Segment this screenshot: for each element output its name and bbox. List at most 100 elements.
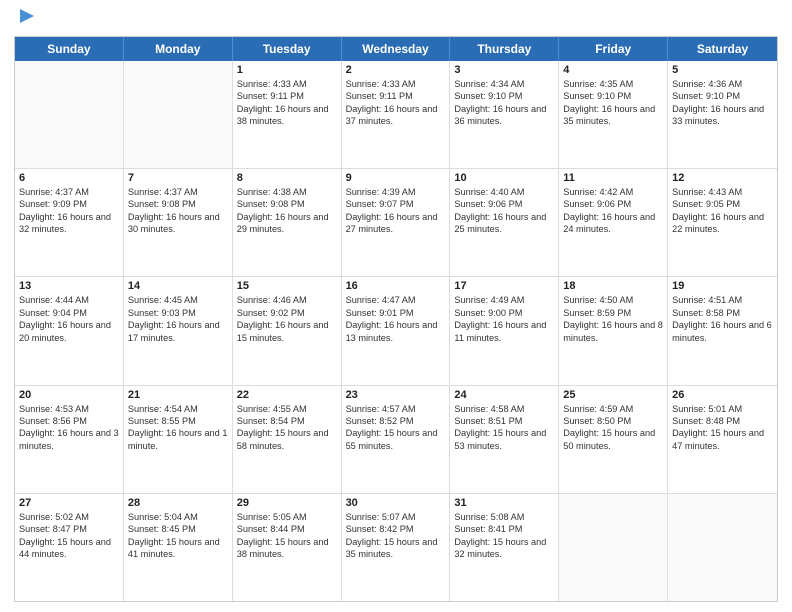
day-number: 24 (454, 389, 554, 401)
calendar-cell: 11Sunrise: 4:42 AMSunset: 9:06 PMDayligh… (559, 169, 668, 276)
calendar-cell: 31 Sunrise: 5:08 AMSunset: 8:41 PMDayligh… (450, 494, 559, 601)
daylight-text: Daylight: 16 hours and 33 minutes. (672, 103, 773, 128)
calendar-row: 27Sunrise: 5:02 AMSunset: 8:47 PMDayligh… (15, 493, 777, 601)
calendar-cell: 25Sunrise: 4:59 AMSunset: 8:50 PMDayligh… (559, 386, 668, 493)
logo (14, 10, 38, 30)
calendar-cell: 8Sunrise: 4:38 AMSunset: 9:08 PMDaylight… (233, 169, 342, 276)
sunrise-text: Sunrise: 4:47 AM (346, 294, 446, 306)
sunset-text: Sunset: 8:55 PM (128, 415, 228, 427)
sunrise-text: Sunrise: 4:37 AM (19, 186, 119, 198)
day-number: 13 (19, 280, 119, 292)
sunset-text: Sunset: 8:59 PM (563, 307, 663, 319)
calendar-cell: 23Sunrise: 4:57 AMSunset: 8:52 PMDayligh… (342, 386, 451, 493)
weekday-header: Wednesday (342, 37, 451, 61)
page: SundayMondayTuesdayWednesdayThursdayFrid… (0, 0, 792, 612)
daylight-text: Daylight: 16 hours and 32 minutes. (19, 211, 119, 236)
sunset-text: Sunset: 8:45 PM (128, 523, 228, 535)
daylight-text: Daylight: 16 hours and 35 minutes. (563, 103, 663, 128)
daylight-text: Daylight: 16 hours and 24 minutes. (563, 211, 663, 236)
calendar-cell (124, 61, 233, 168)
daylight-text: Daylight: 15 hours and 44 minutes. (19, 536, 119, 561)
day-number: 16 (346, 280, 446, 292)
daylight-text: Daylight: 15 hours and 55 minutes. (346, 427, 446, 452)
sunset-text: Sunset: 8:47 PM (19, 523, 119, 535)
sunrise-text: Sunrise: 4:49 AM (454, 294, 554, 306)
daylight-text: Daylight: 16 hours and 8 minutes. (563, 319, 663, 344)
sunrise-text: Sunrise: 4:38 AM (237, 186, 337, 198)
daylight-text: Daylight: 16 hours and 3 minutes. (19, 427, 119, 452)
sunset-text: Sunset: 9:05 PM (672, 198, 773, 210)
daylight-text: Daylight: 16 hours and 22 minutes. (672, 211, 773, 236)
sunset-text: Sunset: 8:48 PM (672, 415, 773, 427)
day-number: 4 (563, 64, 663, 76)
sunset-text: Sunset: 8:44 PM (237, 523, 337, 535)
daylight-text: Daylight: 15 hours and 32 minutes. (454, 536, 554, 561)
sunrise-text: Sunrise: 4:53 AM (19, 403, 119, 415)
sunrise-text: Sunrise: 4:42 AM (563, 186, 663, 198)
calendar-cell (668, 494, 777, 601)
sunrise-text: Sunrise: 4:54 AM (128, 403, 228, 415)
day-number: 18 (563, 280, 663, 292)
calendar-cell: 12Sunrise: 4:43 AMSunset: 9:05 PMDayligh… (668, 169, 777, 276)
weekday-header: Thursday (450, 37, 559, 61)
calendar-cell: 28Sunrise: 5:04 AMSunset: 8:45 PMDayligh… (124, 494, 233, 601)
calendar-cell: 10Sunrise: 4:40 AMSunset: 9:06 PMDayligh… (450, 169, 559, 276)
sunrise-text: Sunrise: 5:05 AM (237, 511, 337, 523)
sunrise-text: Sunrise: 5:08 AM (454, 511, 554, 523)
daylight-text: Daylight: 16 hours and 29 minutes. (237, 211, 337, 236)
sunrise-text: Sunrise: 4:35 AM (563, 78, 663, 90)
day-number: 9 (346, 172, 446, 184)
sunset-text: Sunset: 9:01 PM (346, 307, 446, 319)
weekday-header: Tuesday (233, 37, 342, 61)
calendar-cell: 22Sunrise: 4:55 AMSunset: 8:54 PMDayligh… (233, 386, 342, 493)
calendar-cell: 27Sunrise: 5:02 AMSunset: 8:47 PMDayligh… (15, 494, 124, 601)
header (14, 10, 778, 30)
day-number: 3 (454, 64, 554, 76)
sunrise-text: Sunrise: 4:33 AM (346, 78, 446, 90)
day-number: 31 (454, 497, 554, 509)
day-number: 10 (454, 172, 554, 184)
calendar-cell: 6Sunrise: 4:37 AMSunset: 9:09 PMDaylight… (15, 169, 124, 276)
calendar-cell: 19Sunrise: 4:51 AMSunset: 8:58 PMDayligh… (668, 277, 777, 384)
sunset-text: Sunset: 8:58 PM (672, 307, 773, 319)
sunset-text: Sunset: 9:11 PM (237, 90, 337, 102)
sunset-text: Sunset: 9:00 PM (454, 307, 554, 319)
daylight-text: Daylight: 16 hours and 11 minutes. (454, 319, 554, 344)
daylight-text: Daylight: 15 hours and 50 minutes. (563, 427, 663, 452)
sunrise-text: Sunrise: 4:50 AM (563, 294, 663, 306)
sunrise-text: Sunrise: 4:57 AM (346, 403, 446, 415)
day-number: 1 (237, 64, 337, 76)
daylight-text: Daylight: 16 hours and 20 minutes. (19, 319, 119, 344)
weekday-header: Monday (124, 37, 233, 61)
sunset-text: Sunset: 8:41 PM (454, 523, 554, 535)
weekday-header: Sunday (15, 37, 124, 61)
sunrise-text: Sunrise: 4:39 AM (346, 186, 446, 198)
calendar-cell: 16Sunrise: 4:47 AMSunset: 9:01 PMDayligh… (342, 277, 451, 384)
sunrise-text: Sunrise: 5:07 AM (346, 511, 446, 523)
daylight-text: Daylight: 16 hours and 27 minutes. (346, 211, 446, 236)
sunset-text: Sunset: 8:51 PM (454, 415, 554, 427)
calendar-cell: 17Sunrise: 4:49 AMSunset: 9:00 PMDayligh… (450, 277, 559, 384)
day-number: 19 (672, 280, 773, 292)
daylight-text: Daylight: 15 hours and 47 minutes. (672, 427, 773, 452)
sunrise-text: Sunrise: 4:55 AM (237, 403, 337, 415)
day-number: 29 (237, 497, 337, 509)
sunset-text: Sunset: 9:07 PM (346, 198, 446, 210)
calendar-cell: 29Sunrise: 5:05 AMSunset: 8:44 PMDayligh… (233, 494, 342, 601)
calendar-cell: 21 Sunrise: 4:54 AMSunset: 8:55 PMDayligh… (124, 386, 233, 493)
day-number: 21 (128, 389, 228, 401)
day-number: 20 (19, 389, 119, 401)
day-number: 23 (346, 389, 446, 401)
calendar-cell: 30Sunrise: 5:07 AMSunset: 8:42 PMDayligh… (342, 494, 451, 601)
day-number: 28 (128, 497, 228, 509)
calendar-cell: 4Sunrise: 4:35 AMSunset: 9:10 PMDaylight… (559, 61, 668, 168)
calendar-cell: 1Sunrise: 4:33 AMSunset: 9:11 PMDaylight… (233, 61, 342, 168)
sunrise-text: Sunrise: 4:46 AM (237, 294, 337, 306)
sunrise-text: Sunrise: 4:58 AM (454, 403, 554, 415)
calendar-cell: 2Sunrise: 4:33 AMSunset: 9:11 PMDaylight… (342, 61, 451, 168)
daylight-text: Daylight: 16 hours and 1 minute. (128, 427, 228, 452)
sunset-text: Sunset: 9:10 PM (454, 90, 554, 102)
sunset-text: Sunset: 9:06 PM (454, 198, 554, 210)
calendar: SundayMondayTuesdayWednesdayThursdayFrid… (14, 36, 778, 602)
calendar-cell: 14Sunrise: 4:45 AMSunset: 9:03 PMDayligh… (124, 277, 233, 384)
